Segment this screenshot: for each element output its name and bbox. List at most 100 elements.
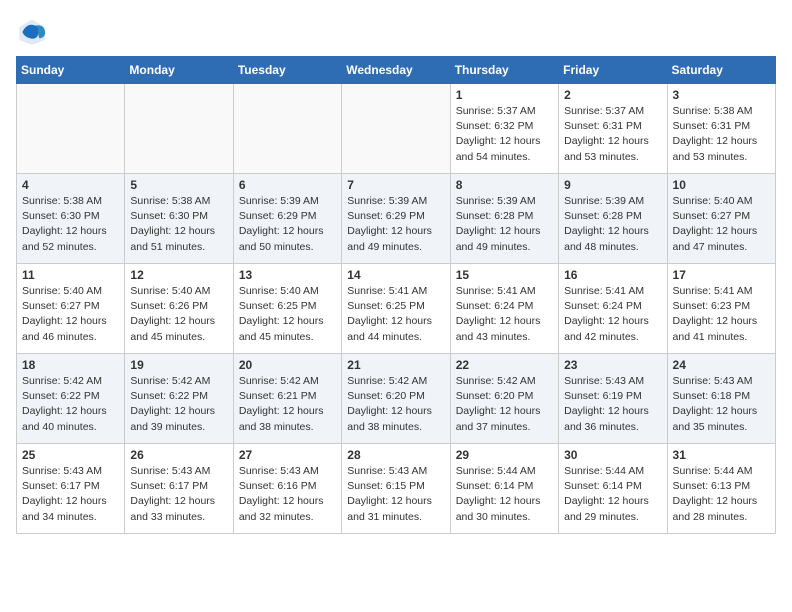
column-header-monday: Monday <box>125 57 233 84</box>
day-number: 20 <box>239 358 336 372</box>
day-number: 22 <box>456 358 553 372</box>
day-info: Sunrise: 5:43 AM Sunset: 6:16 PM Dayligh… <box>239 464 336 525</box>
calendar-cell: 1 Sunrise: 5:37 AM Sunset: 6:32 PM Daylig… <box>450 84 558 174</box>
page-header <box>16 16 776 48</box>
day-number: 10 <box>673 178 770 192</box>
calendar-week-3: 11 Sunrise: 5:40 AM Sunset: 6:27 PM Dayli… <box>17 264 776 354</box>
day-number: 8 <box>456 178 553 192</box>
logo-icon <box>16 16 48 48</box>
day-number: 27 <box>239 448 336 462</box>
calendar-cell: 27 Sunrise: 5:43 AM Sunset: 6:16 PM Dayli… <box>233 444 341 534</box>
day-number: 16 <box>564 268 661 282</box>
day-info: Sunrise: 5:39 AM Sunset: 6:28 PM Dayligh… <box>456 194 553 255</box>
day-number: 11 <box>22 268 119 282</box>
day-number: 26 <box>130 448 227 462</box>
calendar-cell: 3 Sunrise: 5:38 AM Sunset: 6:31 PM Daylig… <box>667 84 775 174</box>
day-info: Sunrise: 5:40 AM Sunset: 6:26 PM Dayligh… <box>130 284 227 345</box>
day-info: Sunrise: 5:43 AM Sunset: 6:17 PM Dayligh… <box>130 464 227 525</box>
day-number: 4 <box>22 178 119 192</box>
day-number: 1 <box>456 88 553 102</box>
calendar-cell: 25 Sunrise: 5:43 AM Sunset: 6:17 PM Dayli… <box>17 444 125 534</box>
day-info: Sunrise: 5:43 AM Sunset: 6:17 PM Dayligh… <box>22 464 119 525</box>
calendar-cell: 17 Sunrise: 5:41 AM Sunset: 6:23 PM Dayli… <box>667 264 775 354</box>
calendar-cell: 12 Sunrise: 5:40 AM Sunset: 6:26 PM Dayli… <box>125 264 233 354</box>
day-info: Sunrise: 5:41 AM Sunset: 6:23 PM Dayligh… <box>673 284 770 345</box>
calendar-cell: 18 Sunrise: 5:42 AM Sunset: 6:22 PM Dayli… <box>17 354 125 444</box>
day-number: 17 <box>673 268 770 282</box>
day-info: Sunrise: 5:44 AM Sunset: 6:14 PM Dayligh… <box>456 464 553 525</box>
column-header-tuesday: Tuesday <box>233 57 341 84</box>
day-number: 28 <box>347 448 444 462</box>
calendar-cell: 21 Sunrise: 5:42 AM Sunset: 6:20 PM Dayli… <box>342 354 450 444</box>
column-header-saturday: Saturday <box>667 57 775 84</box>
calendar-cell: 8 Sunrise: 5:39 AM Sunset: 6:28 PM Daylig… <box>450 174 558 264</box>
day-number: 30 <box>564 448 661 462</box>
day-info: Sunrise: 5:44 AM Sunset: 6:14 PM Dayligh… <box>564 464 661 525</box>
calendar-cell: 6 Sunrise: 5:39 AM Sunset: 6:29 PM Daylig… <box>233 174 341 264</box>
calendar-cell: 4 Sunrise: 5:38 AM Sunset: 6:30 PM Daylig… <box>17 174 125 264</box>
day-info: Sunrise: 5:43 AM Sunset: 6:15 PM Dayligh… <box>347 464 444 525</box>
day-info: Sunrise: 5:42 AM Sunset: 6:20 PM Dayligh… <box>347 374 444 435</box>
calendar-week-5: 25 Sunrise: 5:43 AM Sunset: 6:17 PM Dayli… <box>17 444 776 534</box>
calendar-cell: 13 Sunrise: 5:40 AM Sunset: 6:25 PM Dayli… <box>233 264 341 354</box>
day-number: 19 <box>130 358 227 372</box>
day-number: 13 <box>239 268 336 282</box>
calendar-cell: 19 Sunrise: 5:42 AM Sunset: 6:22 PM Dayli… <box>125 354 233 444</box>
calendar-cell <box>233 84 341 174</box>
calendar-week-4: 18 Sunrise: 5:42 AM Sunset: 6:22 PM Dayli… <box>17 354 776 444</box>
calendar-week-1: 1 Sunrise: 5:37 AM Sunset: 6:32 PM Daylig… <box>17 84 776 174</box>
day-info: Sunrise: 5:37 AM Sunset: 6:31 PM Dayligh… <box>564 104 661 165</box>
day-info: Sunrise: 5:40 AM Sunset: 6:27 PM Dayligh… <box>673 194 770 255</box>
day-number: 12 <box>130 268 227 282</box>
day-number: 18 <box>22 358 119 372</box>
day-info: Sunrise: 5:42 AM Sunset: 6:22 PM Dayligh… <box>22 374 119 435</box>
calendar-cell: 10 Sunrise: 5:40 AM Sunset: 6:27 PM Dayli… <box>667 174 775 264</box>
day-info: Sunrise: 5:38 AM Sunset: 6:30 PM Dayligh… <box>22 194 119 255</box>
day-info: Sunrise: 5:40 AM Sunset: 6:25 PM Dayligh… <box>239 284 336 345</box>
day-number: 24 <box>673 358 770 372</box>
calendar-week-2: 4 Sunrise: 5:38 AM Sunset: 6:30 PM Daylig… <box>17 174 776 264</box>
day-info: Sunrise: 5:43 AM Sunset: 6:19 PM Dayligh… <box>564 374 661 435</box>
calendar-cell: 11 Sunrise: 5:40 AM Sunset: 6:27 PM Dayli… <box>17 264 125 354</box>
day-number: 6 <box>239 178 336 192</box>
day-number: 25 <box>22 448 119 462</box>
day-number: 21 <box>347 358 444 372</box>
day-info: Sunrise: 5:41 AM Sunset: 6:24 PM Dayligh… <box>564 284 661 345</box>
calendar-cell: 30 Sunrise: 5:44 AM Sunset: 6:14 PM Dayli… <box>559 444 667 534</box>
calendar-cell: 14 Sunrise: 5:41 AM Sunset: 6:25 PM Dayli… <box>342 264 450 354</box>
day-info: Sunrise: 5:38 AM Sunset: 6:31 PM Dayligh… <box>673 104 770 165</box>
calendar-cell: 15 Sunrise: 5:41 AM Sunset: 6:24 PM Dayli… <box>450 264 558 354</box>
day-number: 31 <box>673 448 770 462</box>
day-info: Sunrise: 5:41 AM Sunset: 6:24 PM Dayligh… <box>456 284 553 345</box>
calendar-cell: 22 Sunrise: 5:42 AM Sunset: 6:20 PM Dayli… <box>450 354 558 444</box>
day-number: 14 <box>347 268 444 282</box>
day-info: Sunrise: 5:42 AM Sunset: 6:21 PM Dayligh… <box>239 374 336 435</box>
day-number: 7 <box>347 178 444 192</box>
day-info: Sunrise: 5:42 AM Sunset: 6:20 PM Dayligh… <box>456 374 553 435</box>
day-number: 3 <box>673 88 770 102</box>
day-info: Sunrise: 5:39 AM Sunset: 6:28 PM Dayligh… <box>564 194 661 255</box>
column-header-sunday: Sunday <box>17 57 125 84</box>
day-info: Sunrise: 5:39 AM Sunset: 6:29 PM Dayligh… <box>239 194 336 255</box>
day-info: Sunrise: 5:37 AM Sunset: 6:32 PM Dayligh… <box>456 104 553 165</box>
calendar-cell <box>17 84 125 174</box>
calendar-header-row: SundayMondayTuesdayWednesdayThursdayFrid… <box>17 57 776 84</box>
calendar-cell: 29Sunrise: 5:44 AM Sunset: 6:14 PM Dayli… <box>450 444 558 534</box>
day-number: 15 <box>456 268 553 282</box>
day-info: Sunrise: 5:38 AM Sunset: 6:30 PM Dayligh… <box>130 194 227 255</box>
day-info: Sunrise: 5:43 AM Sunset: 6:18 PM Dayligh… <box>673 374 770 435</box>
calendar-cell: 31 Sunrise: 5:44 AM Sunset: 6:13 PM Dayli… <box>667 444 775 534</box>
calendar-cell: 2Sunrise: 5:37 AM Sunset: 6:31 PM Daylig… <box>559 84 667 174</box>
day-number: 5 <box>130 178 227 192</box>
day-info: Sunrise: 5:40 AM Sunset: 6:27 PM Dayligh… <box>22 284 119 345</box>
day-number: 9 <box>564 178 661 192</box>
day-info: Sunrise: 5:42 AM Sunset: 6:22 PM Dayligh… <box>130 374 227 435</box>
calendar-cell: 23 Sunrise: 5:43 AM Sunset: 6:19 PM Dayli… <box>559 354 667 444</box>
day-info: Sunrise: 5:44 AM Sunset: 6:13 PM Dayligh… <box>673 464 770 525</box>
day-number: 23 <box>564 358 661 372</box>
calendar-cell: 20 Sunrise: 5:42 AM Sunset: 6:21 PM Dayli… <box>233 354 341 444</box>
day-info: Sunrise: 5:41 AM Sunset: 6:25 PM Dayligh… <box>347 284 444 345</box>
column-header-thursday: Thursday <box>450 57 558 84</box>
logo <box>16 16 52 48</box>
calendar-cell: 26 Sunrise: 5:43 AM Sunset: 6:17 PM Dayli… <box>125 444 233 534</box>
